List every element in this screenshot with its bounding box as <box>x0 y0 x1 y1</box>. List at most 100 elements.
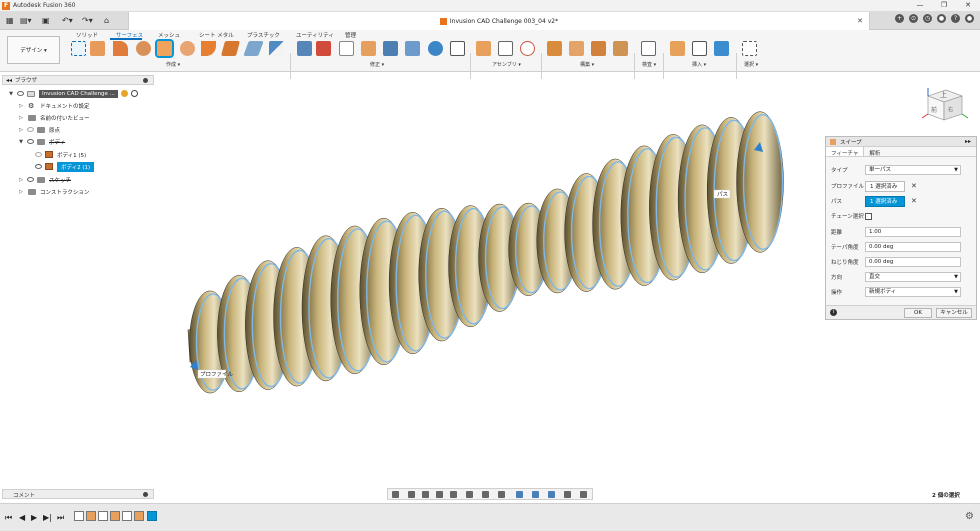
step-forward-icon[interactable]: ▶| <box>43 513 52 522</box>
point-icon[interactable] <box>613 41 628 56</box>
user-avatar-icon[interactable]: ● <box>965 14 974 23</box>
untrim-icon[interactable] <box>316 41 331 56</box>
reverse-normal-icon[interactable] <box>428 41 443 56</box>
home-icon[interactable]: ⌂ <box>104 14 109 27</box>
gear-icon[interactable]: ⚙ <box>965 511 974 522</box>
group-assemble[interactable]: アセンブリ ▾ <box>492 61 521 68</box>
collapse-icon[interactable]: ◂◂ <box>6 77 12 84</box>
operation-select[interactable]: 新規ボディ ▼ <box>865 287 961 297</box>
distance-input[interactable]: 1.00 <box>865 227 961 237</box>
close-icon[interactable]: ✕ <box>956 0 980 11</box>
sweep-dialog-header[interactable]: スイープ ▸▸ <box>826 137 976 147</box>
revolve-icon[interactable] <box>113 41 128 56</box>
look-at-icon[interactable] <box>408 491 415 498</box>
maximize-icon[interactable]: ❐ <box>932 0 956 11</box>
shaded-edges-icon[interactable] <box>532 491 539 498</box>
go-to-end-icon[interactable]: ⏭ <box>57 513 64 523</box>
zoom-icon[interactable] <box>436 491 443 498</box>
select-icon[interactable] <box>742 41 757 56</box>
clear-profile-icon[interactable]: ✕ <box>911 182 917 190</box>
extend-icon[interactable] <box>361 41 376 56</box>
orbit-icon[interactable] <box>392 491 399 498</box>
viewports-icon[interactable] <box>498 491 505 498</box>
browser-options-icon[interactable] <box>143 78 148 83</box>
measure-icon[interactable] <box>641 41 656 56</box>
tab-utilities[interactable]: ユーティリティ <box>296 31 334 39</box>
wireframe-icon[interactable] <box>564 491 571 498</box>
activate-icon[interactable] <box>120 90 128 97</box>
insert-derive-icon[interactable] <box>670 41 685 56</box>
visibility-eye-icon[interactable] <box>35 164 42 169</box>
radio-icon[interactable] <box>130 90 138 97</box>
visibility-eye-icon[interactable] <box>27 177 34 182</box>
tab-feature[interactable]: フィーチャ <box>826 147 865 157</box>
redo-icon[interactable]: ↷▾ <box>82 14 93 27</box>
view-cube[interactable]: 上 前 右 <box>918 84 968 126</box>
minimize-icon[interactable]: — <box>908 0 932 11</box>
attached-canvas-icon[interactable] <box>714 41 729 56</box>
help-icon[interactable]: ? <box>951 14 960 23</box>
sweep-icon[interactable] <box>155 39 174 58</box>
expand-icon[interactable]: ▼ <box>8 91 14 97</box>
axis-icon[interactable] <box>591 41 606 56</box>
visibility-eye-icon[interactable] <box>35 152 42 157</box>
timeline-sketch[interactable] <box>74 511 84 521</box>
expand-icon[interactable]: ▷ <box>18 127 24 133</box>
info-icon[interactable]: i <box>830 309 837 316</box>
insert-svg-icon[interactable] <box>692 41 707 56</box>
group-modify[interactable]: 修正 ▾ <box>370 61 384 68</box>
expand-icon[interactable]: ▷ <box>18 177 24 183</box>
chain-checkbox[interactable] <box>865 212 872 220</box>
visibility-eye-icon[interactable] <box>17 91 24 96</box>
create-sketch-icon[interactable] <box>71 41 86 56</box>
sweep-surface-icon[interactable] <box>136 41 151 56</box>
stitch-icon[interactable] <box>383 41 398 56</box>
save-icon[interactable]: ▣ <box>42 14 50 27</box>
new-tab-icon[interactable]: + <box>895 14 904 23</box>
timeline-sketch[interactable] <box>122 511 132 521</box>
tree-node-origin[interactable]: ▷ 原点 <box>18 124 60 135</box>
trim-icon[interactable] <box>297 41 312 56</box>
joint-icon[interactable] <box>498 41 513 56</box>
boundary-fill-icon[interactable] <box>269 41 284 56</box>
group-insert[interactable]: 挿入 ▾ <box>692 61 706 68</box>
step-back-icon[interactable]: ◀ <box>19 513 25 522</box>
tree-node-bodies[interactable]: ▼ ボディ <box>18 136 65 147</box>
profile-select-button[interactable]: 1 選択済み <box>865 180 905 192</box>
cancel-button[interactable]: キャンセル <box>936 308 972 318</box>
type-select[interactable]: 単一パス ▼ <box>865 165 961 175</box>
tree-node-root[interactable]: ▼ Invusion CAD Challenge ... <box>8 88 138 99</box>
extensions-icon[interactable]: ⊙ <box>909 14 918 23</box>
display-settings-icon[interactable] <box>466 491 473 498</box>
browser-header[interactable]: ◂◂ ブラウザ <box>2 75 154 85</box>
group-create[interactable]: 作成 ▾ <box>166 61 180 68</box>
tree-node-document-settings[interactable]: ▷ ⚙ ドキュメントの設定 <box>18 100 89 111</box>
timeline-coil[interactable] <box>110 511 120 521</box>
go-to-start-icon[interactable]: ⏮ <box>5 513 12 523</box>
grid-settings-icon[interactable] <box>482 491 489 498</box>
file-menu-icon[interactable]: ▤▾ <box>20 14 32 27</box>
helical-sweep-body[interactable] <box>189 111 784 394</box>
group-construct[interactable]: 構築 ▾ <box>580 61 594 68</box>
expand-icon[interactable]: ▷ <box>18 115 24 121</box>
visual-style-icon[interactable] <box>580 491 587 498</box>
tab-solid[interactable]: ソリッド <box>76 31 98 39</box>
ruled-icon[interactable] <box>220 41 241 56</box>
close-tab-icon[interactable]: ✕ <box>857 17 863 25</box>
ok-button[interactable]: OK <box>904 308 932 318</box>
group-select[interactable]: 選択 ▾ <box>744 61 758 68</box>
tree-node-body1[interactable]: ボディ1 (5) <box>32 149 86 160</box>
undo-icon[interactable]: ↶▾ <box>62 14 73 27</box>
comments-add-icon[interactable] <box>143 492 148 497</box>
hidden-edges-icon[interactable] <box>548 491 555 498</box>
pan-icon[interactable] <box>422 491 429 498</box>
tree-node-sketches[interactable]: ▷ スケッチ <box>18 174 71 185</box>
fit-icon[interactable] <box>450 491 457 498</box>
tree-node-construction[interactable]: ▷ コンストラクション <box>18 186 89 197</box>
notifications-icon[interactable]: ● <box>937 14 946 23</box>
tab-sheet-metal[interactable]: シート メタル <box>199 31 234 39</box>
expand-icon[interactable]: ▷ <box>18 103 24 109</box>
orientation-select[interactable]: 直交 ▼ <box>865 272 961 282</box>
job-status-icon[interactable]: ◷ <box>923 14 932 23</box>
clear-path-icon[interactable]: ✕ <box>911 197 917 205</box>
